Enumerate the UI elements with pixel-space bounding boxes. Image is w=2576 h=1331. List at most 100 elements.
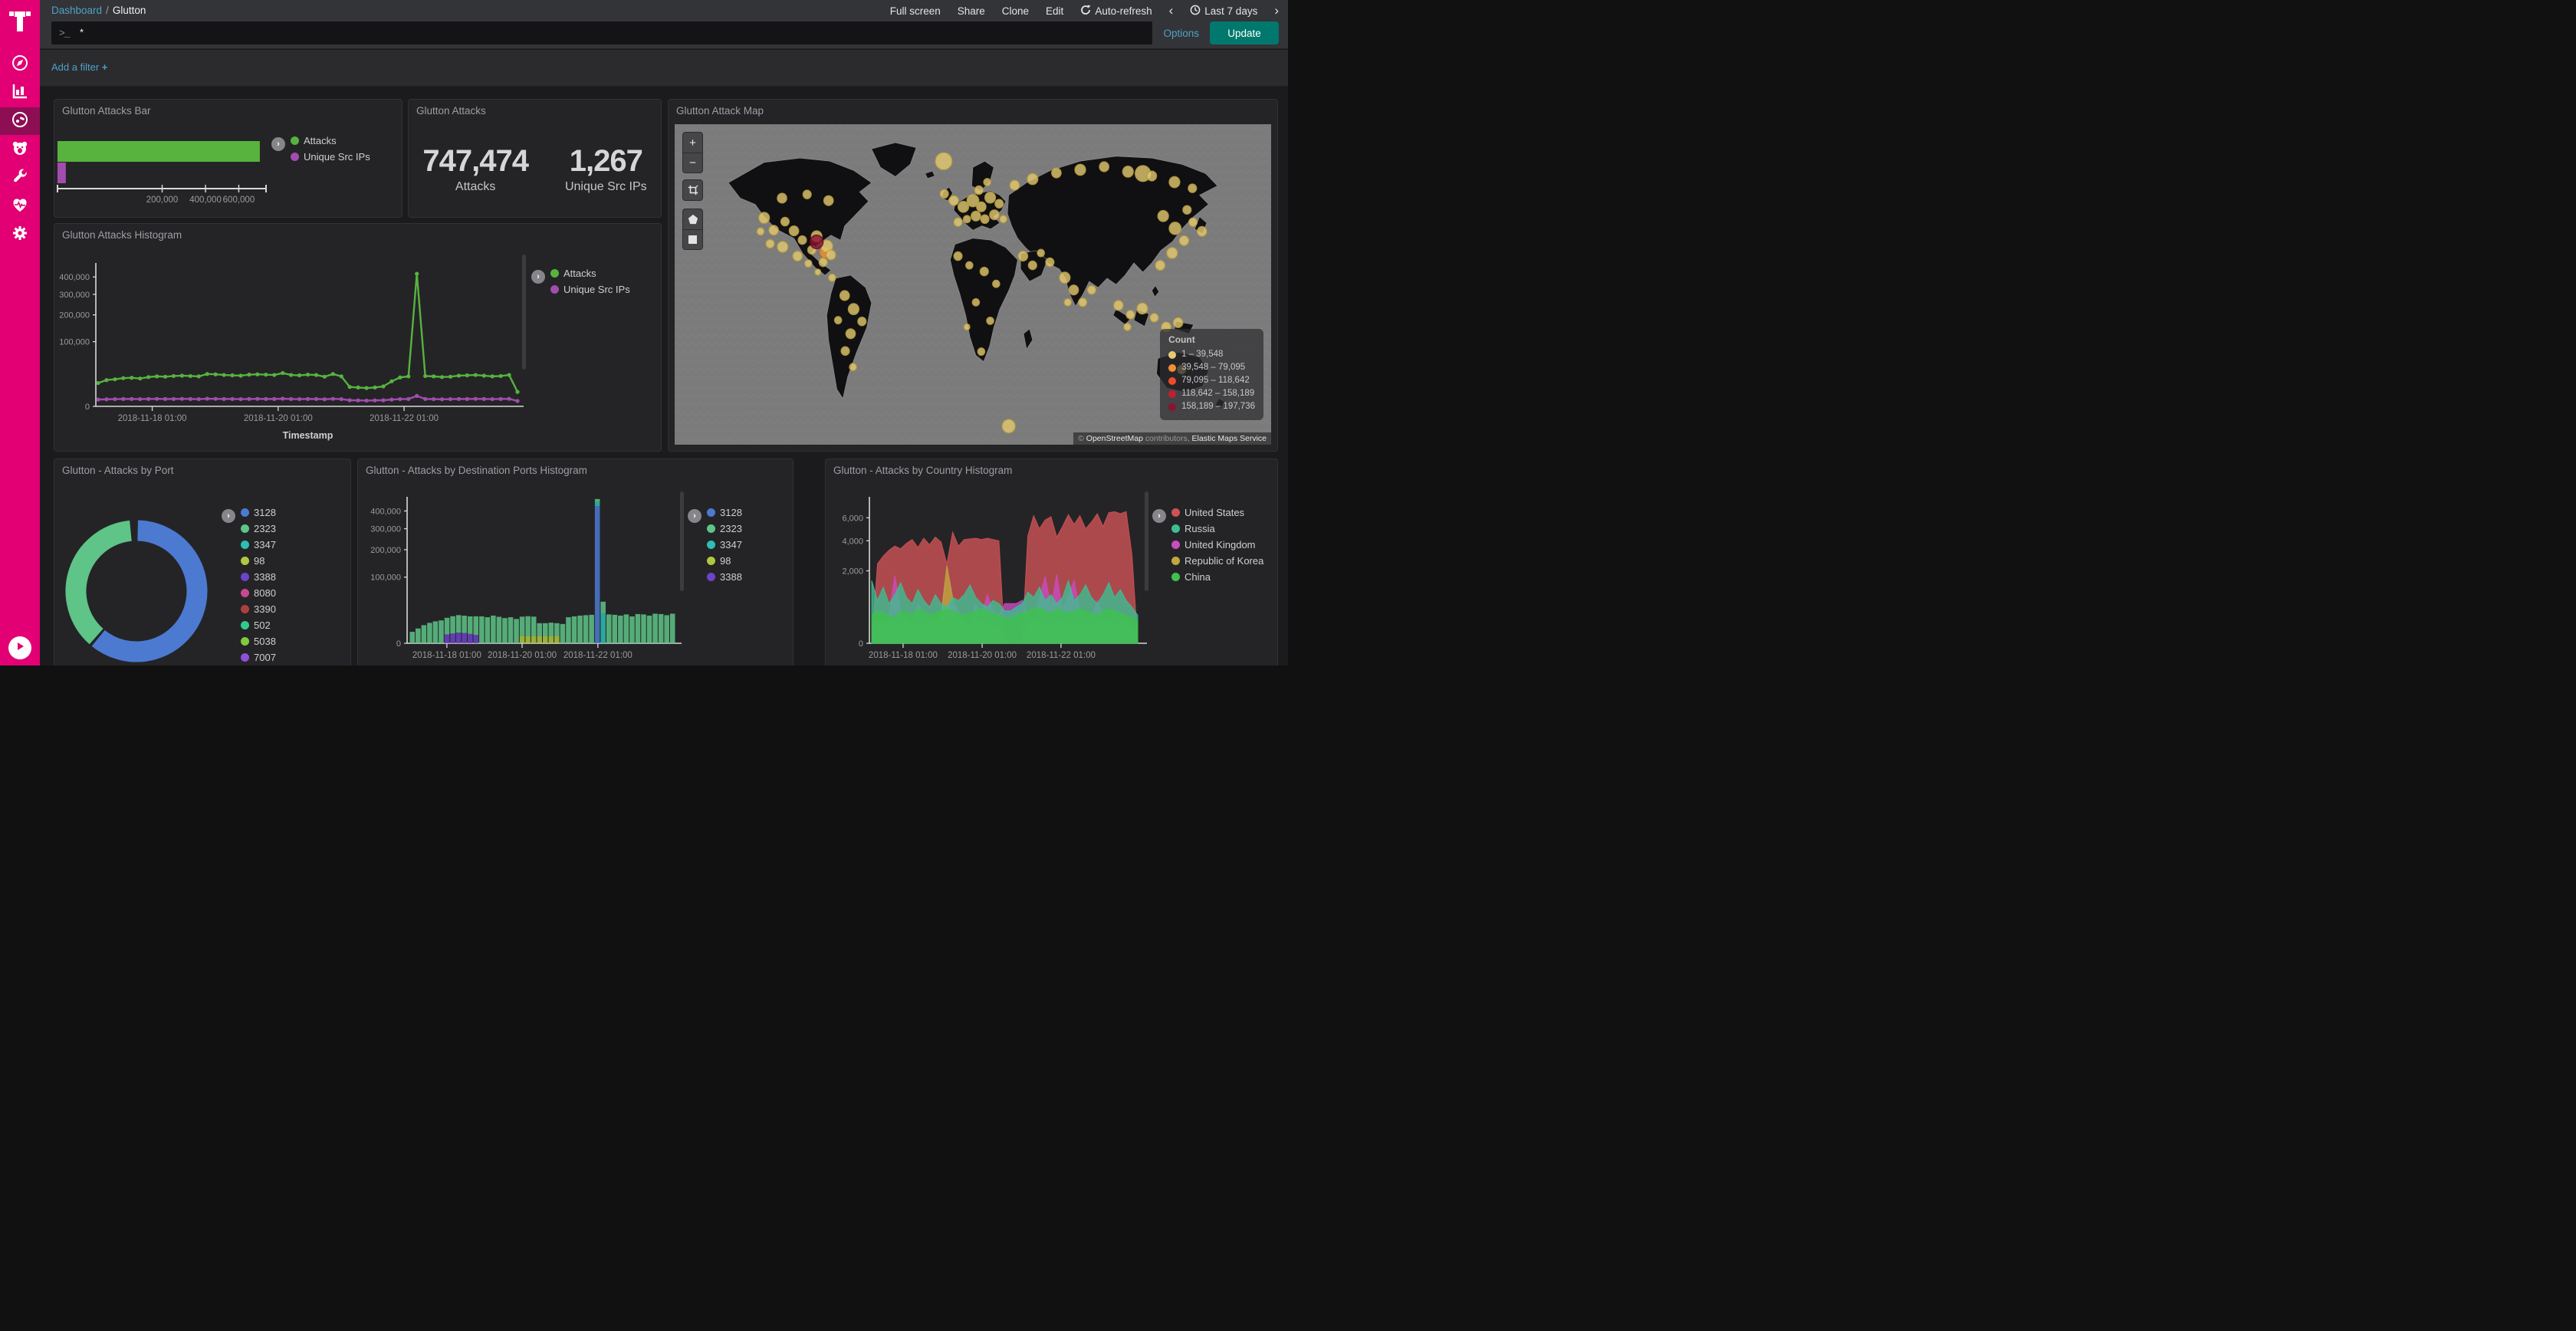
legend-scrollbar[interactable] xyxy=(1145,491,1148,591)
ems-link[interactable]: Elastic Maps Service xyxy=(1192,434,1267,443)
query-value: * xyxy=(79,28,85,39)
svg-text:4,000: 4,000 xyxy=(842,537,863,546)
legend-swatch xyxy=(291,136,299,145)
legend-toggle[interactable]: › xyxy=(531,270,545,284)
sidebar-item-visualize[interactable] xyxy=(0,79,40,107)
legend-item[interactable]: Unique Src IPs xyxy=(291,151,370,163)
legend-item[interactable]: 3128 xyxy=(241,507,276,518)
legend-item[interactable]: 2323 xyxy=(241,523,276,534)
legend-swatch xyxy=(241,557,249,565)
legend-item[interactable]: 3388 xyxy=(241,571,276,583)
panel-title: Glutton - Attacks by Destination Ports H… xyxy=(366,465,587,476)
sidebar-item-management[interactable] xyxy=(0,221,40,248)
legend-toggle[interactable]: › xyxy=(1152,509,1166,523)
legend-item[interactable]: 98 xyxy=(241,555,276,567)
share-button[interactable]: Share xyxy=(958,5,985,17)
sidebar-expand-button[interactable] xyxy=(8,636,31,659)
panel-attacks-bar: Glutton Attacks Bar 200,000400,000600,00… xyxy=(54,99,402,218)
sidebar-item-dashboard[interactable] xyxy=(0,107,40,135)
zoom-in-button[interactable]: + xyxy=(683,133,702,153)
svg-text:200,000: 200,000 xyxy=(146,196,179,205)
gear-icon xyxy=(11,224,29,246)
legend-swatch xyxy=(1171,541,1180,549)
update-button[interactable]: Update xyxy=(1210,21,1279,44)
t-mobile-logo[interactable] xyxy=(0,5,40,38)
clone-button[interactable]: Clone xyxy=(1002,5,1029,17)
legend-item[interactable]: 7007 xyxy=(241,652,276,663)
sidebar-item-monitoring[interactable] xyxy=(0,192,40,220)
svg-text:6,000: 6,000 xyxy=(842,514,863,523)
time-forward-button[interactable]: › xyxy=(1274,3,1279,18)
legend-swatch xyxy=(550,285,559,294)
legend-item[interactable]: 3347 xyxy=(241,539,276,550)
svg-text:0: 0 xyxy=(396,639,401,649)
time-range-picker[interactable]: Last 7 days xyxy=(1190,5,1257,18)
query-row: >_ * Options Update xyxy=(51,21,1279,45)
legend-item[interactable]: United Kingdom xyxy=(1171,539,1263,550)
panel-title: Glutton - Attacks by Port xyxy=(62,465,174,476)
legend-swatch xyxy=(1171,508,1180,517)
legend-item[interactable]: 3128 xyxy=(707,507,742,518)
edit-button[interactable]: Edit xyxy=(1046,5,1063,17)
legend-item[interactable]: 98 xyxy=(707,555,742,567)
port-donut-chart[interactable] xyxy=(62,505,215,666)
legend-swatch xyxy=(1168,377,1176,385)
polygon-tool-button[interactable] xyxy=(683,209,702,229)
topnav-menu: Full screen Share Clone Edit Auto-refres… xyxy=(890,3,1279,18)
svg-text:100,000: 100,000 xyxy=(59,338,90,347)
svg-text:2018-11-18 01:00: 2018-11-18 01:00 xyxy=(118,414,187,423)
sidebar-item-dev-tools[interactable] xyxy=(0,164,40,192)
legend-item[interactable]: Russia xyxy=(1171,523,1263,534)
metric-label: Unique Src IPs xyxy=(565,180,647,194)
legend-item[interactable]: 3388 xyxy=(707,571,742,583)
metric-label: Attacks xyxy=(422,180,528,194)
legend-swatch xyxy=(241,524,249,533)
legend-item[interactable]: Unique Src IPs xyxy=(550,284,630,295)
compass-icon xyxy=(11,54,29,76)
legend-toggle[interactable]: › xyxy=(222,509,235,523)
legend-scrollbar[interactable] xyxy=(680,491,684,591)
country-chart[interactable]: 02,0004,0006,0002018-11-18 01:002018-11-… xyxy=(830,482,1152,666)
svg-text:Timestamp: Timestamp xyxy=(283,430,334,441)
fullscreen-button[interactable]: Full screen xyxy=(890,5,941,17)
attack-map[interactable]: + − Count xyxy=(675,124,1271,445)
crop-icon[interactable] xyxy=(683,180,702,200)
sidebar-item-discover[interactable] xyxy=(0,51,40,78)
time-back-button[interactable]: ‹ xyxy=(1169,3,1174,18)
legend-item[interactable]: United States xyxy=(1171,507,1263,518)
legend-item[interactable]: China xyxy=(1171,571,1263,583)
legend-item[interactable]: Republic of Korea xyxy=(1171,555,1263,567)
sidebar-item-bear[interactable] xyxy=(0,136,40,163)
legend-item[interactable]: 5038 xyxy=(241,636,276,647)
filter-bar: Add a filter + xyxy=(40,50,1288,87)
legend-swatch xyxy=(1168,351,1176,359)
legend-swatch xyxy=(550,269,559,278)
legend-item[interactable]: Attacks xyxy=(550,268,630,279)
attacks-histogram-chart[interactable]: 0100,000200,000300,000400,0002018-11-18 … xyxy=(59,247,531,448)
breadcrumb-dashboard-link[interactable]: Dashboard xyxy=(51,5,102,16)
legend-item[interactable]: 3390 xyxy=(241,603,276,615)
panel-title: Glutton Attacks Bar xyxy=(62,105,151,117)
options-link[interactable]: Options xyxy=(1163,28,1199,39)
legend-item[interactable]: 8080 xyxy=(241,587,276,599)
legend-item[interactable]: 3347 xyxy=(707,539,742,550)
panel-dest-ports-histogram: Glutton - Attacks by Destination Ports H… xyxy=(357,458,794,666)
legend-item[interactable]: Attacks xyxy=(291,135,370,146)
legend-toggle[interactable]: › xyxy=(271,137,285,151)
metric-value: 747,474 xyxy=(422,144,528,179)
zoom-out-button[interactable]: − xyxy=(683,153,702,173)
map-attribution: © OpenStreetMap contributors, Elastic Ma… xyxy=(1073,432,1271,445)
osm-link[interactable]: OpenStreetMap xyxy=(1086,434,1143,443)
rectangle-tool-button[interactable] xyxy=(683,229,702,249)
legend-item[interactable]: 502 xyxy=(241,619,276,631)
auto-refresh-button[interactable]: Auto-refresh xyxy=(1080,5,1152,18)
legend-scrollbar[interactable] xyxy=(522,255,526,370)
svg-text:400,000: 400,000 xyxy=(59,273,90,282)
play-icon xyxy=(15,641,25,655)
legend-item[interactable]: 2323 xyxy=(707,523,742,534)
legend-toggle[interactable]: › xyxy=(688,509,702,523)
dest-ports-chart[interactable]: 0100,000200,000300,000400,0002018-11-18 … xyxy=(363,482,688,666)
svg-text:100,000: 100,000 xyxy=(370,573,401,583)
add-filter-link[interactable]: Add a filter + xyxy=(51,61,107,73)
query-input[interactable]: >_ * xyxy=(51,21,1152,44)
